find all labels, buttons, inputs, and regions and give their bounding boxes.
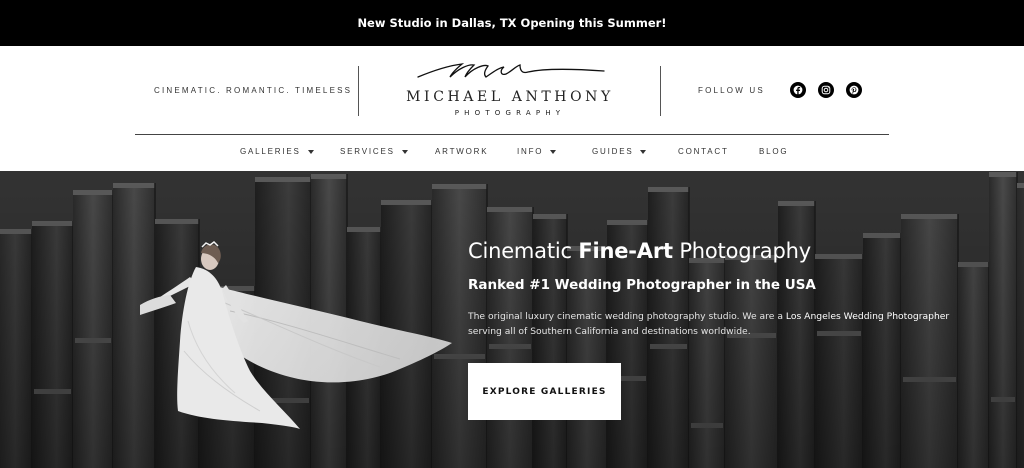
hero-description: The original luxury cinematic wedding ph… xyxy=(468,309,958,339)
announcement-text: New Studio in Dallas, TX Opening this Su… xyxy=(357,16,667,30)
nav-item-contact[interactable]: CONTACT xyxy=(678,147,729,156)
header-divider-left xyxy=(358,66,359,116)
header-divider-right xyxy=(660,66,661,116)
social-links xyxy=(790,82,862,98)
nav-label: GALLERIES xyxy=(240,147,301,156)
nav-label: INFO xyxy=(517,147,544,156)
facebook-link[interactable] xyxy=(790,82,806,98)
tagline: CINEMATIC. ROMANTIC. TIMELESS xyxy=(154,86,353,95)
pinterest-link[interactable] xyxy=(846,82,862,98)
hero-section: Cinematic Fine-Art Photography Ranked #1… xyxy=(0,171,1024,468)
nav-label: BLOG xyxy=(759,147,789,156)
hero-subtitle: Ranked #1 Wedding Photographer in the US… xyxy=(468,277,816,293)
pinterest-icon xyxy=(849,85,859,95)
announcement-bar: New Studio in Dallas, TX Opening this Su… xyxy=(0,0,1024,46)
chevron-down-icon xyxy=(401,149,408,154)
nav-label: SERVICES xyxy=(340,147,395,156)
nav-item-galleries[interactable]: GALLERIES xyxy=(240,147,314,156)
follow-us-label: FOLLOW US xyxy=(698,86,765,95)
hero-title-bold: Fine-Art xyxy=(578,239,673,263)
header-rule xyxy=(135,134,889,135)
nav-item-info[interactable]: INFO xyxy=(517,147,557,156)
nav-item-guides[interactable]: GUIDES xyxy=(592,147,647,156)
logo-signature-icon xyxy=(417,63,605,78)
nav-item-artwork[interactable]: ARTWORK xyxy=(435,147,488,156)
nav-item-services[interactable]: SERVICES xyxy=(340,147,408,156)
hero-title-post: Photography xyxy=(672,239,811,263)
site-logo[interactable]: MICHAEL ANTHONY PHOTOGRAPHY xyxy=(380,60,640,122)
nav-label: ARTWORK xyxy=(435,147,489,156)
chevron-down-icon xyxy=(640,149,647,154)
main-nav: GALLERIES SERVICES ARTWORK INFO GUIDES C… xyxy=(0,147,1024,161)
nav-label: GUIDES xyxy=(592,147,634,156)
instagram-icon xyxy=(821,85,831,95)
hero-title: Cinematic Fine-Art Photography xyxy=(468,239,811,263)
chevron-down-icon xyxy=(550,149,557,154)
logo-subtitle: PHOTOGRAPHY xyxy=(454,109,566,117)
site-header: CINEMATIC. ROMANTIC. TIMELESS MICHAEL AN… xyxy=(0,46,1024,171)
explore-galleries-button[interactable]: EXPLORE GALLERIES xyxy=(468,363,621,420)
hero-title-pre: Cinematic xyxy=(468,239,579,263)
logo-name: MICHAEL ANTHONY xyxy=(406,89,614,105)
hero-body-pre: The original luxury cinematic wedding ph… xyxy=(468,311,786,322)
los-angeles-link[interactable]: Los Angeles Wedding Photographer xyxy=(786,311,949,322)
facebook-icon xyxy=(793,85,803,95)
nav-item-blog[interactable]: BLOG xyxy=(759,147,788,156)
hero-body-post: serving all of Southern California and d… xyxy=(468,326,751,337)
chevron-down-icon xyxy=(307,149,314,154)
instagram-link[interactable] xyxy=(818,82,834,98)
nav-label: CONTACT xyxy=(678,147,729,156)
